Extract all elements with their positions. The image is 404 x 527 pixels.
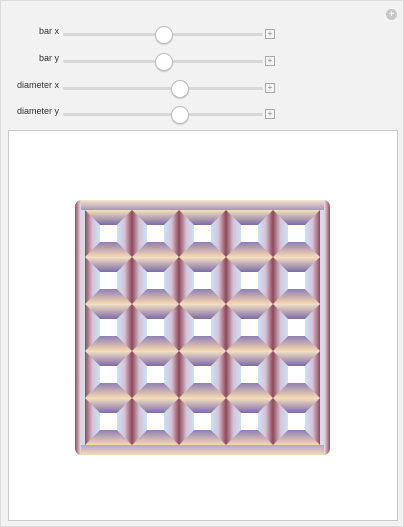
- cell-hole: [100, 272, 117, 289]
- cell-hole: [241, 225, 258, 242]
- plus-square-icon[interactable]: +: [265, 56, 275, 66]
- diameter-y-slider-track[interactable]: [63, 106, 263, 124]
- cell-hole: [194, 366, 211, 383]
- cell-hole: [241, 272, 258, 289]
- cell-hole: [147, 225, 164, 242]
- bar-x-slider-track[interactable]: [63, 26, 263, 44]
- diameter-x-slider-thumb[interactable]: [171, 80, 189, 98]
- cell-hole: [194, 272, 211, 289]
- bar-x-slider-thumb[interactable]: [155, 26, 173, 44]
- cell-hole: [147, 272, 164, 289]
- bar-y-slider-thumb[interactable]: [155, 53, 173, 71]
- control-diameter-y: diameter y +: [1, 104, 404, 124]
- bar-y-label: bar y: [38, 53, 59, 63]
- cell-hole: [288, 413, 305, 430]
- cell-hole: [241, 413, 258, 430]
- bar-x-label: bar x: [38, 26, 59, 36]
- cell-hole: [288, 225, 305, 242]
- cell-hole: [241, 366, 258, 383]
- plus-square-icon[interactable]: +: [265, 109, 275, 119]
- bar-y-slider-track[interactable]: [63, 53, 263, 71]
- cell-hole: [194, 225, 211, 242]
- cell-hole: [100, 319, 117, 336]
- diameter-y-label: diameter y: [16, 106, 59, 116]
- lattice-grid-graphic: [75, 200, 330, 455]
- diameter-x-slider-track[interactable]: [63, 80, 263, 98]
- cell-hole: [288, 272, 305, 289]
- control-diameter-x: diameter x +: [1, 78, 404, 98]
- cell-hole: [194, 319, 211, 336]
- frame-top-edge: [81, 200, 324, 210]
- cell-hole: [147, 319, 164, 336]
- control-bar-x: bar x +: [1, 24, 404, 44]
- cell-hole: [288, 366, 305, 383]
- cell-hole: [100, 366, 117, 383]
- plus-square-icon[interactable]: +: [265, 29, 275, 39]
- frame-bottom-edge: [81, 445, 324, 455]
- cell-hole: [147, 413, 164, 430]
- cell-hole: [241, 319, 258, 336]
- cell-hole: [288, 319, 305, 336]
- diameter-x-label: diameter x: [16, 80, 59, 90]
- cell-hole: [100, 225, 117, 242]
- manipulate-panel: + bar x + bar y + diameter x + diameter …: [0, 0, 404, 527]
- plot-area[interactable]: [8, 130, 398, 521]
- cell-hole: [147, 366, 164, 383]
- control-bar-y: bar y +: [1, 51, 404, 71]
- cell-hole: [100, 413, 117, 430]
- cell-hole: [194, 413, 211, 430]
- diameter-y-slider-thumb[interactable]: [171, 106, 189, 124]
- plus-circle-icon[interactable]: +: [386, 9, 397, 20]
- plus-square-icon[interactable]: +: [265, 83, 275, 93]
